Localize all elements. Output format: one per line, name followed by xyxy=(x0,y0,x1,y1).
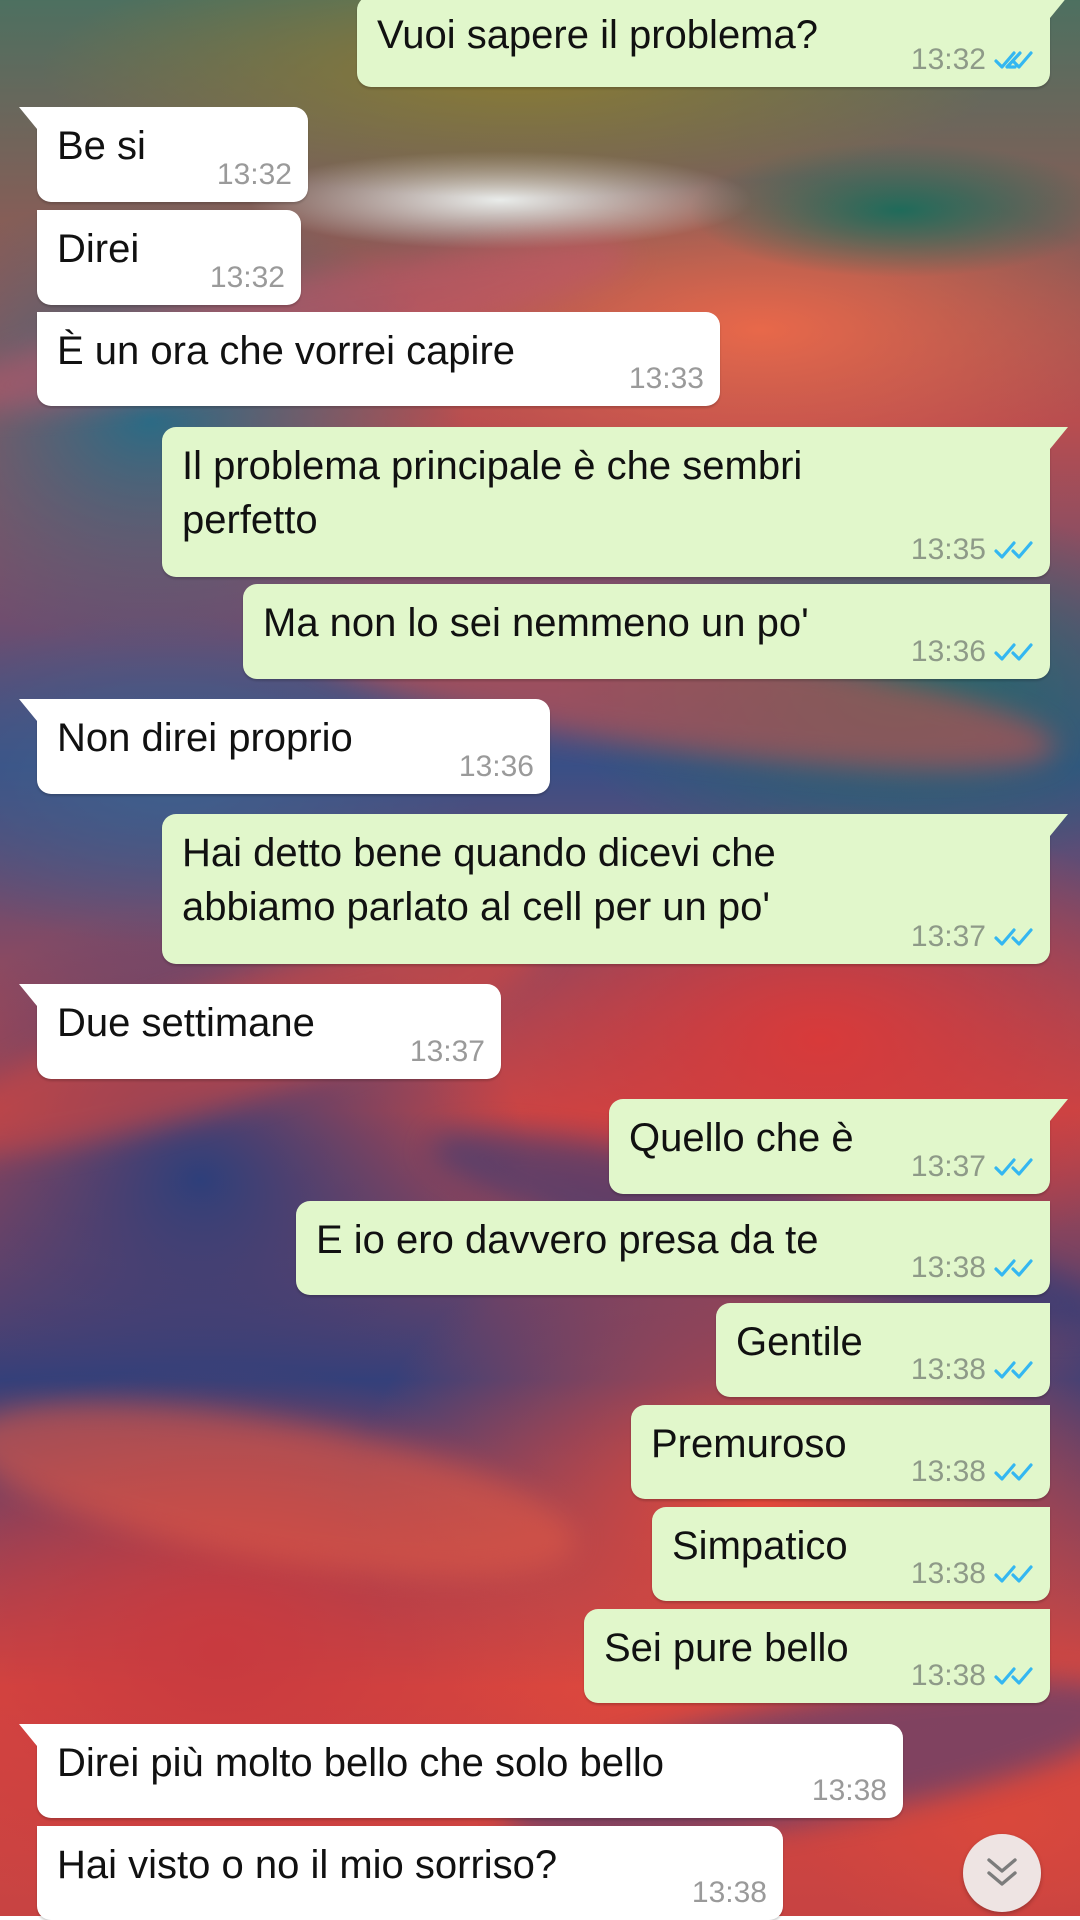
message-time: 13:37 xyxy=(409,1035,485,1068)
message-meta: 13:37 xyxy=(911,1150,1034,1184)
message-meta: 13:32 xyxy=(911,43,1034,77)
message-text: Due settimane xyxy=(57,1001,315,1045)
message-meta: 13:36 xyxy=(911,635,1034,669)
message-text: Hai detto bene quando dicevi che abbiamo… xyxy=(182,831,776,929)
message-bubble-incoming[interactable]: Be si 13:32 xyxy=(19,107,308,202)
double-check-icon xyxy=(994,928,1033,946)
message-bubble-outgoing[interactable]: Vuoi sapere il problema? 13:32 xyxy=(357,0,1068,87)
message-time: 13:36 xyxy=(458,750,534,783)
message-text: Non direi proprio xyxy=(57,716,353,760)
message-bubble-outgoing[interactable]: Quello che è 13:37 xyxy=(609,1099,1068,1194)
message-time: 13:38 xyxy=(910,1557,986,1590)
message-bubble-outgoing[interactable]: Simpatico 13:38 xyxy=(652,1507,1050,1601)
message-time: 13:32 xyxy=(216,158,292,191)
double-check-icon xyxy=(994,1361,1033,1379)
message-meta: 13:38 xyxy=(911,1251,1034,1285)
message-bubble-incoming[interactable]: È un ora che vorrei capire 13:33 xyxy=(37,312,720,406)
message-text: Vuoi sapere il problema? xyxy=(377,13,818,57)
message-text: Direi xyxy=(57,227,140,271)
double-check-icon xyxy=(994,1259,1033,1277)
message-bubble-incoming[interactable]: Due settimane 13:37 xyxy=(19,984,501,1079)
message-bubble-outgoing[interactable]: Premuroso 13:38 xyxy=(631,1405,1050,1499)
message-time: 13:37 xyxy=(910,1150,986,1183)
message-bubble-incoming[interactable]: Direi più molto bello che solo bello 13:… xyxy=(19,1724,903,1818)
message-text: Simpatico xyxy=(672,1524,848,1568)
message-time: 13:38 xyxy=(811,1774,887,1807)
message-bubble-outgoing[interactable]: Sei pure bello 13:38 xyxy=(584,1609,1050,1703)
message-text: Hai visto o no il mio sorriso? xyxy=(57,1843,558,1887)
scroll-to-bottom-button[interactable] xyxy=(963,1834,1041,1912)
message-meta: 13:38 xyxy=(911,1455,1034,1489)
message-meta: 13:37 xyxy=(410,1035,485,1069)
message-text: Sei pure bello xyxy=(604,1626,849,1670)
chevron-double-down-icon xyxy=(987,1858,1017,1886)
message-bubble-incoming[interactable]: Non direi proprio 13:36 xyxy=(19,699,550,794)
double-check-icon xyxy=(994,1565,1033,1583)
message-time: 13:36 xyxy=(910,635,986,668)
message-text: È un ora che vorrei capire xyxy=(57,329,516,373)
message-bubble-incoming[interactable]: Hai visto o no il mio sorriso? 13:38 xyxy=(37,1826,783,1920)
message-meta: 13:36 xyxy=(459,750,534,784)
message-text: Gentile xyxy=(736,1320,863,1364)
message-text: Direi più molto bello che solo bello xyxy=(57,1741,664,1785)
double-check-icon xyxy=(994,1158,1033,1176)
double-check-icon xyxy=(994,1463,1033,1481)
double-check-icon xyxy=(994,51,1033,69)
message-meta: 13:38 xyxy=(911,1557,1034,1591)
message-time: 13:38 xyxy=(691,1876,767,1909)
message-meta: 13:38 xyxy=(812,1774,887,1808)
message-meta: 13:35 xyxy=(911,533,1034,567)
double-check-icon xyxy=(994,541,1033,559)
message-text: Premuroso xyxy=(651,1422,847,1466)
message-bubble-outgoing[interactable]: Il problema principale è che sembri perf… xyxy=(162,427,1068,577)
message-bubble-outgoing[interactable]: Ma non lo sei nemmeno un po' 13:36 xyxy=(243,584,1050,679)
message-bubble-outgoing[interactable]: Hai detto bene quando dicevi che abbiamo… xyxy=(162,814,1068,964)
message-text: Quello che è xyxy=(629,1116,854,1160)
message-time: 13:37 xyxy=(910,920,986,953)
double-check-icon xyxy=(994,1667,1033,1685)
message-meta: 13:37 xyxy=(911,920,1034,954)
message-time: 13:38 xyxy=(910,1455,986,1488)
message-time: 13:33 xyxy=(628,362,704,395)
message-bubble-outgoing[interactable]: Gentile 13:38 xyxy=(716,1303,1050,1397)
message-time: 13:32 xyxy=(209,261,285,294)
message-time: 13:38 xyxy=(910,1659,986,1692)
message-bubble-incoming[interactable]: Direi 13:32 xyxy=(37,210,301,305)
message-meta: 13:38 xyxy=(692,1876,767,1910)
message-text: Be si xyxy=(57,124,146,168)
message-meta: 13:32 xyxy=(210,261,285,295)
message-meta: 13:38 xyxy=(911,1659,1034,1693)
message-text: Ma non lo sei nemmeno un po' xyxy=(263,601,809,645)
message-meta: 13:33 xyxy=(629,362,704,396)
double-check-icon xyxy=(994,643,1033,661)
message-time: 13:32 xyxy=(910,43,986,76)
message-time: 13:35 xyxy=(910,533,986,566)
message-text: Il problema principale è che sembri perf… xyxy=(182,444,803,542)
message-time: 13:38 xyxy=(910,1353,986,1386)
message-bubble-outgoing[interactable]: E io ero davvero presa da te 13:38 xyxy=(296,1201,1050,1295)
message-time: 13:38 xyxy=(910,1251,986,1284)
message-meta: 13:32 xyxy=(217,158,292,192)
message-meta: 13:38 xyxy=(911,1353,1034,1387)
message-text: E io ero davvero presa da te xyxy=(316,1218,819,1262)
